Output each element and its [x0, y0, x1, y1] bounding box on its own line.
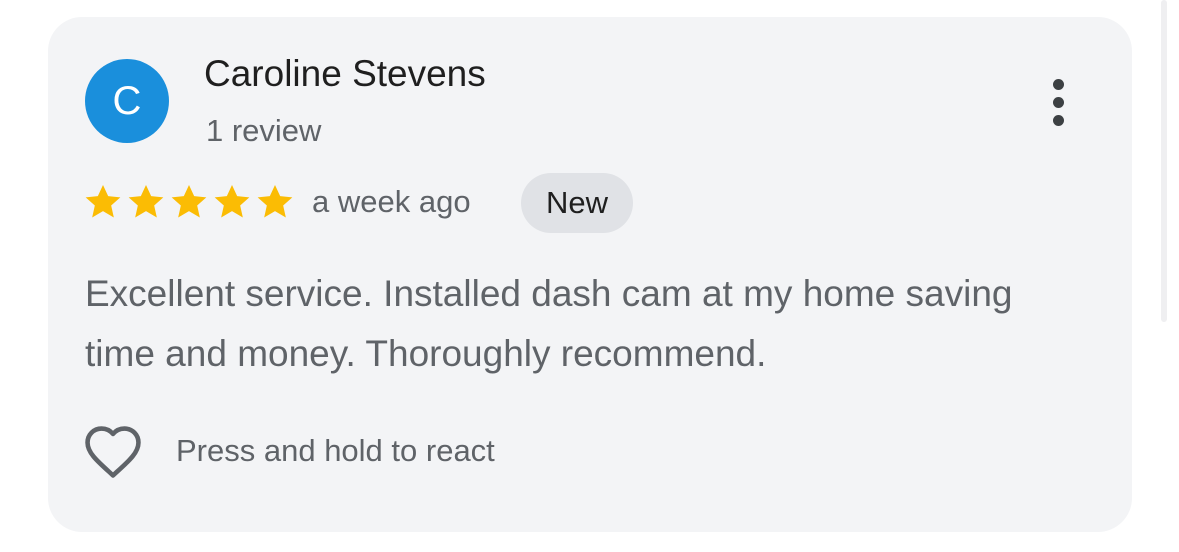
reviewer-name[interactable]: Caroline Stevens — [204, 53, 486, 95]
new-badge: New — [521, 173, 634, 233]
star-icon — [257, 185, 293, 218]
star-icon — [128, 185, 164, 218]
react-button[interactable]: Press and hold to react — [82, 421, 495, 481]
avatar[interactable]: C — [85, 59, 169, 143]
star-icon — [85, 185, 121, 218]
more-options-button[interactable] — [1036, 69, 1080, 135]
star-icon — [171, 185, 207, 218]
heart-outline-icon — [85, 426, 141, 478]
react-label: Press and hold to react — [176, 433, 495, 468]
review-card: C Caroline Stevens 1 review a week ago N… — [48, 17, 1132, 532]
review-time: a week ago — [312, 184, 471, 219]
star-icon — [214, 185, 250, 218]
review-text: Excellent service. Installed dash cam at… — [85, 273, 1013, 374]
review-count: 1 review — [206, 113, 322, 148]
star-rating — [83, 182, 295, 222]
more-vertical-icon — [1052, 78, 1064, 90]
scrollbar[interactable] — [1161, 0, 1167, 322]
more-vertical-icon-dot — [1052, 114, 1064, 126]
avatar-letter: C — [112, 79, 142, 123]
more-vertical-icon-dot — [1052, 96, 1064, 108]
